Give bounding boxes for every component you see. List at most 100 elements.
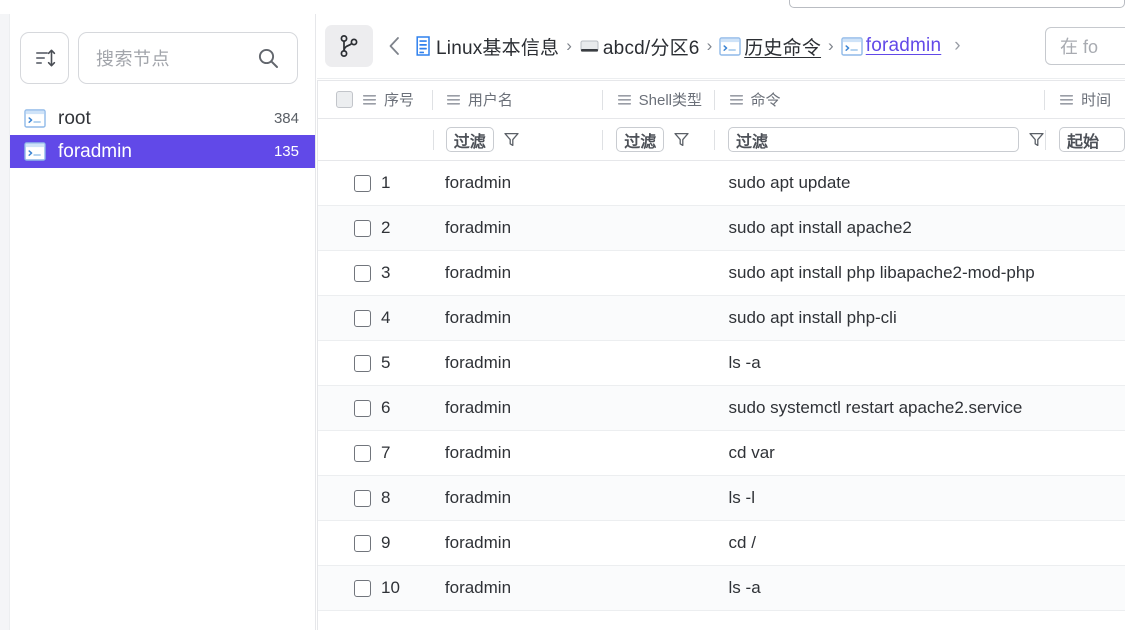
column-divider [602,129,604,150]
terminal-icon [24,109,46,128]
cell-shell [603,341,715,386]
grip-icon [617,93,632,107]
row-checkbox[interactable] [354,534,371,552]
cell-index-value: 2 [381,218,391,237]
main-panel: Linux基本信息 › abcd/分区6 › 历史命令 › foradmin ›… [317,14,1125,630]
cell-shell [603,566,715,611]
sort-icon [35,49,55,67]
table-row[interactable]: 6 foradmin sudo systemctl restart apache… [318,386,1125,431]
table-row[interactable]: 4 foradmin sudo apt install php-cli [318,296,1125,341]
table-row[interactable]: 3 foradmin sudo apt install php libapach… [318,251,1125,296]
column-header-time[interactable]: 时间 [1045,81,1125,119]
row-checkbox[interactable] [354,309,371,327]
table-row[interactable]: 9 foradmin cd / [318,521,1125,566]
chevron-left-icon [389,37,399,55]
breadcrumb-expand-chevron[interactable]: › [954,35,960,57]
row-checkbox[interactable] [354,219,371,237]
column-header-index[interactable]: 序号 [318,81,433,119]
cell-index: 5 [318,341,433,386]
cell-shell [603,386,715,431]
table-row[interactable]: 1 foradmin sudo apt update [318,161,1125,206]
select-all-checkbox[interactable] [336,91,353,108]
filter-input-username[interactable]: 过滤 [445,127,494,152]
cell-username: foradmin [444,308,512,327]
table-row[interactable]: 7 foradmin cd var [318,431,1125,476]
column-header-username[interactable]: 用户名 [433,81,603,119]
row-checkbox[interactable] [354,399,371,417]
cell-command: ls -a [728,353,761,372]
breadcrumb-item-partition[interactable]: abcd/分区6 [579,33,700,60]
cell-index: 9 [318,521,433,566]
branch-view-button[interactable] [325,25,373,67]
scope-search-placeholder: 在 fo [1060,37,1099,57]
cell-index: 7 [318,431,433,476]
breadcrumb-item-history[interactable]: 历史命令 [719,33,821,60]
offscreen-input-partial[interactable] [789,0,1125,8]
cell-index: 4 [318,296,433,341]
cell-index: 8 [318,476,433,521]
table-header-row: 序号 用户名 Shell类型 命令 时间 [318,81,1125,119]
filter-input-command[interactable]: 过滤 [728,127,1019,152]
breadcrumb-back-button[interactable] [385,35,405,57]
filter-cell-username: 过滤 [432,119,603,161]
git-branch-icon [340,35,358,57]
column-divider [432,129,434,150]
breadcrumb-item-linux-info[interactable]: Linux基本信息 [414,33,559,60]
table-row[interactable]: 8 foradmin ls -l [318,476,1125,521]
terminal-icon [719,36,741,56]
table-row[interactable]: 2 foradmin sudo apt install apache2 [318,206,1125,251]
cell-index-value: 7 [381,443,391,462]
breadcrumb-item-label: foradmin [865,35,942,56]
column-header-label: 时间 [1081,92,1112,109]
grip-icon [362,93,377,107]
row-checkbox[interactable] [354,174,371,192]
column-divider [714,129,715,150]
cell-username: foradmin [444,263,512,282]
cell-index-value: 5 [381,353,391,372]
search-icon[interactable] [256,46,280,70]
column-header-command[interactable]: 命令 [715,81,1046,119]
row-checkbox[interactable] [354,489,371,507]
filter-input-time-start[interactable]: 起始 [1059,127,1125,152]
cell-command: sudo apt install apache2 [728,218,912,237]
filter-cell-shell: 过滤 [602,119,714,161]
row-checkbox[interactable] [354,579,371,597]
table-row[interactable]: 5 foradmin ls -a [318,341,1125,386]
cell-time [1045,476,1125,521]
cell-time [1045,431,1125,476]
grip-icon [729,93,744,107]
cell-username: foradmin [444,578,512,597]
sidebar-item-root[interactable]: root 384 [10,102,315,135]
filter-cell-command: 过滤 [714,119,1045,161]
cell-shell [603,161,715,206]
column-divider [1045,129,1046,150]
node-search-input[interactable]: 搜索节点 [78,32,298,84]
funnel-icon[interactable] [673,131,690,148]
breadcrumb-item-foradmin[interactable]: foradmin [841,35,942,57]
row-checkbox[interactable] [354,444,371,462]
column-header-label: 序号 [384,92,415,109]
cell-shell [603,206,715,251]
column-header-shell[interactable]: Shell类型 [603,81,715,119]
filter-cell-time: 起始 [1045,119,1125,161]
cell-username: foradmin [444,443,512,462]
sort-button[interactable] [20,32,69,84]
breadcrumb: Linux基本信息 › abcd/分区6 › 历史命令 › foradmin › [414,33,968,60]
breadcrumb-item-label: abcd/分区6 [602,37,700,59]
cell-command: cd / [728,533,756,552]
app-root: 搜索节点 root 384 foradmin 135 Linux基本信息 › a… [0,0,1125,630]
cell-index: 3 [318,251,433,296]
cell-command: ls -l [728,488,755,507]
filter-input-shell[interactable]: 过滤 [616,127,665,152]
table-row[interactable]: 10 foradmin ls -a [318,566,1125,611]
cell-time [1045,161,1125,206]
row-checkbox[interactable] [354,354,371,372]
sidebar-toolbar: 搜索节点 [20,32,298,84]
grip-icon [446,93,461,107]
row-checkbox[interactable] [354,264,371,282]
funnel-icon[interactable] [503,131,520,148]
sidebar-item-count: 384 [273,110,299,127]
sidebar-item-foradmin[interactable]: foradmin 135 [10,135,315,168]
scope-search-input[interactable]: 在 fo [1045,27,1125,65]
funnel-icon[interactable] [1028,131,1045,148]
